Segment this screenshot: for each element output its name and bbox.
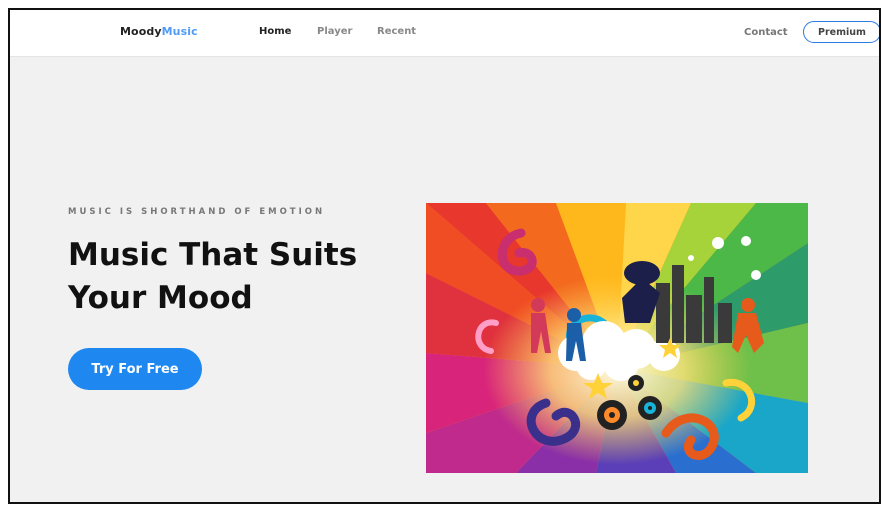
hero-tagline: MUSIC IS SHORTHAND OF EMOTION <box>68 207 326 217</box>
nav-contact[interactable]: Contact <box>744 27 788 38</box>
premium-button[interactable]: Premium <box>803 21 879 43</box>
hero-illustration <box>426 203 808 473</box>
nav-home[interactable]: Home <box>259 26 291 37</box>
hero-title-line2: Your Mood <box>68 280 253 316</box>
navbar: MoodyMusic Home Player Recent Contact Pr… <box>10 10 879 57</box>
try-for-free-button[interactable]: Try For Free <box>68 348 202 390</box>
logo[interactable]: MoodyMusic <box>120 25 198 38</box>
logo-primary: Moody <box>120 25 162 38</box>
page-frame: MoodyMusic Home Player Recent Contact Pr… <box>8 8 881 504</box>
hero-title-line1: Music That Suits <box>68 237 358 273</box>
logo-accent: Music <box>161 25 198 38</box>
nav-recent[interactable]: Recent <box>377 26 416 37</box>
hero-title: Music That Suits Your Mood <box>68 234 398 320</box>
nav-player[interactable]: Player <box>317 26 352 37</box>
